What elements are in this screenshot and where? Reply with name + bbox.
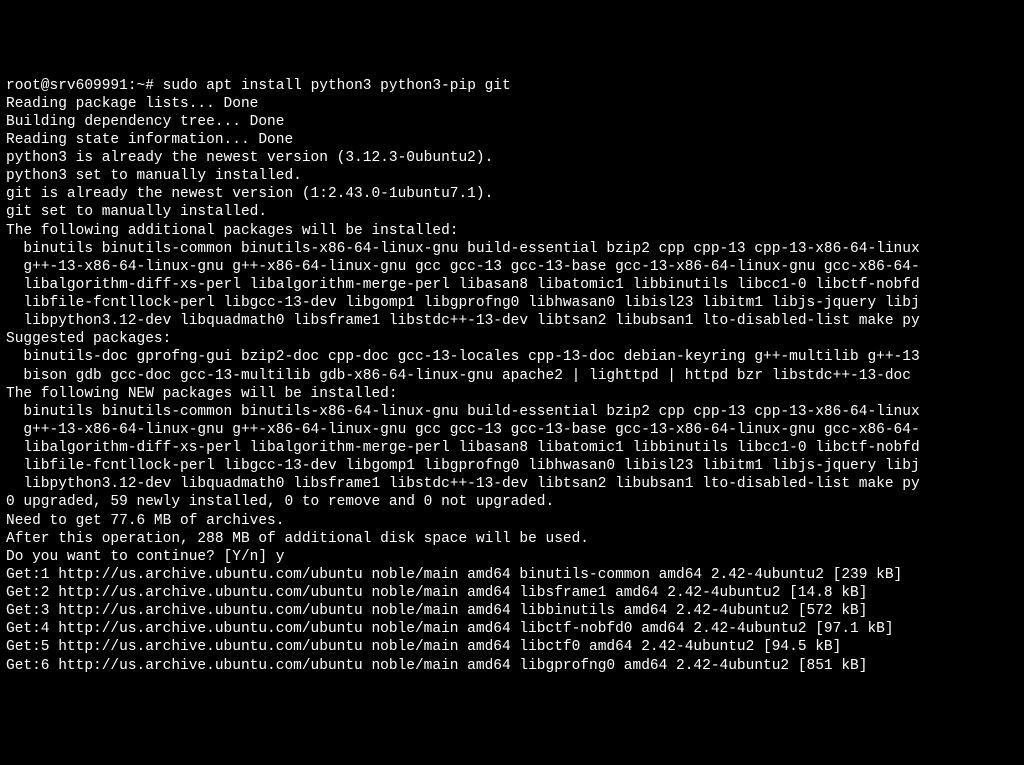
terminal-line: g++-13-x86-64-linux-gnu g++-x86-64-linux…	[6, 258, 1018, 276]
terminal-line: Get:3 http://us.archive.ubuntu.com/ubunt…	[6, 602, 1018, 620]
terminal-line: git set to manually installed.	[6, 203, 1018, 221]
terminal-line: Get:4 http://us.archive.ubuntu.com/ubunt…	[6, 620, 1018, 638]
terminal-line: Suggested packages:	[6, 330, 1018, 348]
terminal-line: Reading package lists... Done	[6, 95, 1018, 113]
terminal-line: python3 set to manually installed.	[6, 167, 1018, 185]
terminal-line: The following NEW packages will be insta…	[6, 385, 1018, 403]
prompt-line: root@srv609991:~# sudo apt install pytho…	[6, 77, 1018, 95]
prompt-cwd: ~	[137, 78, 146, 94]
prompt-user-host: root@srv609991	[6, 78, 128, 94]
terminal-line: Building dependency tree... Done	[6, 113, 1018, 131]
terminal-body: Reading package lists... DoneBuilding de…	[6, 95, 1018, 675]
prompt-command: sudo apt install python3 python3-pip git	[163, 78, 511, 94]
terminal-line: Get:6 http://us.archive.ubuntu.com/ubunt…	[6, 657, 1018, 675]
terminal-line: Reading state information... Done	[6, 131, 1018, 149]
terminal-line: libalgorithm-diff-xs-perl libalgorithm-m…	[6, 439, 1018, 457]
terminal-line: binutils binutils-common binutils-x86-64…	[6, 403, 1018, 421]
terminal-line: Get:2 http://us.archive.ubuntu.com/ubunt…	[6, 584, 1018, 602]
terminal-line: Need to get 77.6 MB of archives.	[6, 512, 1018, 530]
terminal-line: libpython3.12-dev libquadmath0 libsframe…	[6, 312, 1018, 330]
terminal-line: After this operation, 288 MB of addition…	[6, 530, 1018, 548]
terminal-line: libpython3.12-dev libquadmath0 libsframe…	[6, 475, 1018, 493]
terminal-line: git is already the newest version (1:2.4…	[6, 185, 1018, 203]
terminal-line: python3 is already the newest version (3…	[6, 149, 1018, 167]
terminal-line: bison gdb gcc-doc gcc-13-multilib gdb-x8…	[6, 367, 1018, 385]
terminal-output[interactable]: root@srv609991:~# sudo apt install pytho…	[6, 77, 1018, 675]
terminal-line: libalgorithm-diff-xs-perl libalgorithm-m…	[6, 276, 1018, 294]
terminal-line: libfile-fcntllock-perl libgcc-13-dev lib…	[6, 457, 1018, 475]
prompt-symbol: #	[145, 78, 154, 94]
terminal-line: binutils-doc gprofng-gui bzip2-doc cpp-d…	[6, 348, 1018, 366]
terminal-line: libfile-fcntllock-perl libgcc-13-dev lib…	[6, 294, 1018, 312]
terminal-line: Get:5 http://us.archive.ubuntu.com/ubunt…	[6, 638, 1018, 656]
terminal-line: Get:1 http://us.archive.ubuntu.com/ubunt…	[6, 566, 1018, 584]
terminal-line: binutils binutils-common binutils-x86-64…	[6, 240, 1018, 258]
terminal-line: 0 upgraded, 59 newly installed, 0 to rem…	[6, 493, 1018, 511]
terminal-line: Do you want to continue? [Y/n] y	[6, 548, 1018, 566]
terminal-line: g++-13-x86-64-linux-gnu g++-x86-64-linux…	[6, 421, 1018, 439]
terminal-line: The following additional packages will b…	[6, 222, 1018, 240]
